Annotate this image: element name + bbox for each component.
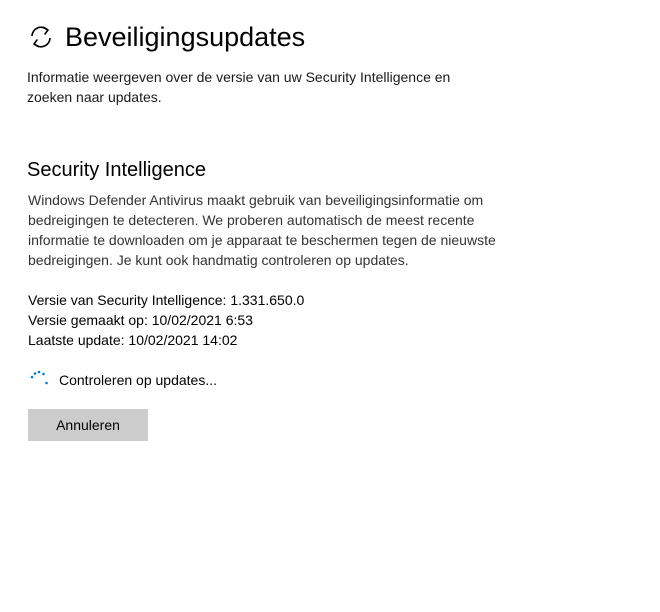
version-created: Versie gemaakt op: 10/02/2021 6:53 — [28, 312, 253, 328]
security-updates-page: Beveiligingsupdates Informatie weergeven… — [0, 0, 660, 612]
loading-spinner-icon — [28, 369, 50, 391]
section-description: Windows Defender Antivirus maakt gebruik… — [28, 192, 496, 268]
page-description: Informatie weergeven over de versie van … — [27, 69, 451, 105]
page-header: Beveiligingsupdates — [27, 19, 305, 55]
cancel-button[interactable]: Annuleren — [28, 409, 148, 441]
update-status: Controleren op updates... — [28, 368, 217, 392]
version-number: Versie van Security Intelligence: 1.331.… — [28, 292, 305, 308]
section-title: Security Intelligence — [27, 159, 206, 181]
page-title: Beveiligingsupdates — [65, 22, 306, 52]
status-text: Controleren op updates... — [59, 372, 217, 388]
last-update: Laatste update: 10/02/2021 14:02 — [28, 332, 238, 348]
refresh-icon — [27, 23, 55, 51]
version-info: Versie van Security Intelligence: 1.331.… — [28, 290, 304, 350]
